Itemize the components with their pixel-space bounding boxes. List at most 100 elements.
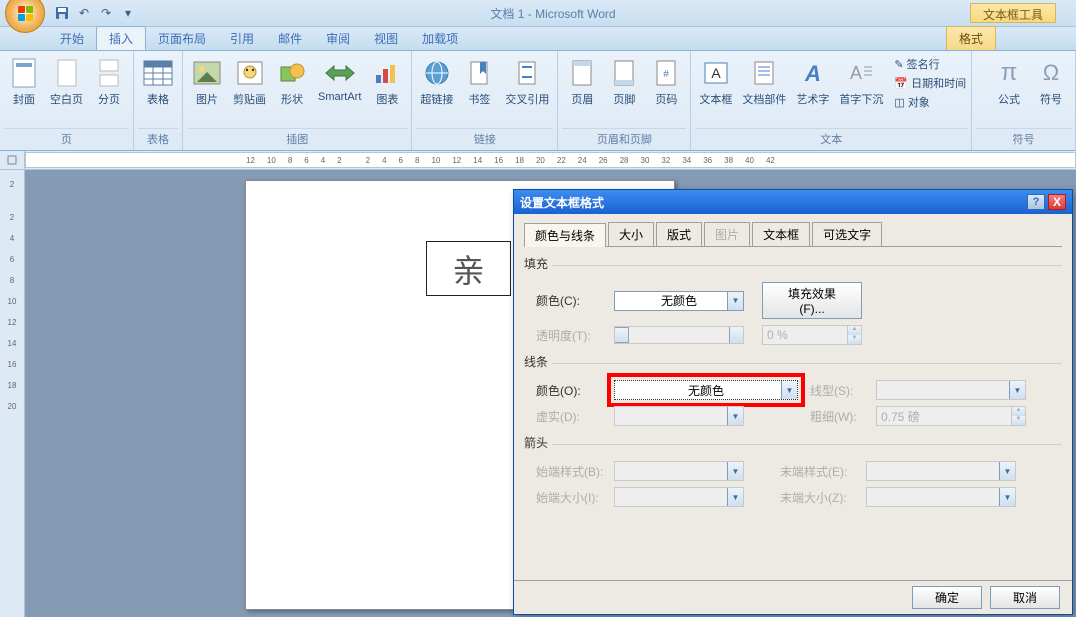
crossref-button[interactable]: 交叉引用 bbox=[501, 55, 553, 109]
page-break-button[interactable]: 分页 bbox=[89, 55, 129, 109]
line-color-label: 颜色(O): bbox=[536, 382, 608, 399]
header-button[interactable]: 页眉 bbox=[562, 55, 602, 109]
vertical-ruler[interactable]: 22468101214161820 bbox=[0, 170, 25, 617]
chevron-down-icon: ▼ bbox=[781, 381, 797, 399]
arrow-begin-size-combo: ▼ bbox=[614, 487, 744, 507]
fill-color-combo[interactable]: 无颜色▼ bbox=[614, 291, 744, 311]
dlg-tab-colors-lines[interactable]: 颜色与线条 bbox=[524, 223, 606, 247]
tab-layout[interactable]: 页面布局 bbox=[146, 27, 218, 50]
arrow-begin-style-label: 始端样式(B): bbox=[536, 463, 608, 480]
dlg-tab-size[interactable]: 大小 bbox=[608, 222, 654, 246]
highlight-annotation: 无颜色▼ bbox=[607, 373, 805, 407]
line-style-combo: ▼ bbox=[876, 380, 1026, 400]
horizontal-ruler[interactable]: 1210864224681012141618202224262830323436… bbox=[25, 152, 1076, 168]
smartart-icon bbox=[324, 57, 356, 89]
group-links-label: 链接 bbox=[416, 128, 553, 150]
transparency-label: 透明度(T): bbox=[536, 327, 608, 344]
clipart-icon bbox=[234, 57, 266, 89]
document-textbox[interactable]: 亲 bbox=[426, 241, 511, 296]
symbol-button[interactable]: Ω符号 bbox=[1031, 55, 1071, 109]
signature-line-button[interactable]: ✎签名行 bbox=[893, 55, 967, 73]
table-button[interactable]: 表格 bbox=[138, 55, 178, 109]
tab-mailings[interactable]: 邮件 bbox=[266, 27, 314, 50]
chart-button[interactable]: 图表 bbox=[367, 55, 407, 109]
cover-page-icon bbox=[8, 57, 40, 89]
transparency-slider bbox=[614, 326, 744, 344]
group-pages: 封面 空白页 分页 页 bbox=[0, 51, 134, 150]
tab-home[interactable]: 开始 bbox=[48, 27, 96, 50]
object-icon: ◫ bbox=[894, 96, 904, 109]
page-number-icon: # bbox=[650, 57, 682, 89]
line-dash-label: 虚实(D): bbox=[536, 408, 608, 425]
equation-button[interactable]: π公式 bbox=[989, 55, 1029, 109]
object-button[interactable]: ◫对象 bbox=[893, 93, 967, 111]
qat-customize-icon[interactable]: ▾ bbox=[120, 5, 136, 21]
equation-icon: π bbox=[993, 57, 1025, 89]
page-number-button[interactable]: #页码 bbox=[646, 55, 686, 109]
tab-format[interactable]: 格式 bbox=[946, 26, 996, 50]
chevron-down-icon: ▼ bbox=[1009, 381, 1025, 399]
chevron-down-icon: ▼ bbox=[727, 292, 743, 310]
save-icon[interactable] bbox=[54, 5, 70, 21]
group-links: 超链接 书签 交叉引用 链接 bbox=[412, 51, 558, 150]
office-logo-icon bbox=[18, 6, 33, 21]
fill-legend: 填充 bbox=[524, 255, 548, 272]
textbox-button[interactable]: A文本框 bbox=[695, 55, 736, 109]
window-title: 文档 1 - Microsoft Word bbox=[136, 5, 970, 22]
wordart-button[interactable]: A艺术字 bbox=[792, 55, 833, 109]
cover-page-button[interactable]: 封面 bbox=[4, 55, 44, 109]
format-textbox-dialog: 设置文本框格式 ? X 颜色与线条 大小 版式 图片 文本框 可选文字 填充 颜… bbox=[513, 189, 1073, 615]
datetime-button[interactable]: 📅日期和时间 bbox=[893, 74, 967, 92]
undo-icon[interactable]: ↶ bbox=[76, 5, 92, 21]
arrow-end-style-combo: ▼ bbox=[866, 461, 1016, 481]
chevron-down-icon: ▼ bbox=[727, 488, 743, 506]
context-tool-label: 文本框工具 bbox=[970, 3, 1056, 23]
hyperlink-icon bbox=[421, 57, 453, 89]
signature-icon: ✎ bbox=[894, 58, 903, 71]
chevron-down-icon: ▼ bbox=[999, 462, 1015, 480]
chevron-down-icon: ▼ bbox=[727, 462, 743, 480]
picture-button[interactable]: 图片 bbox=[187, 55, 227, 109]
symbol-icon: Ω bbox=[1035, 57, 1067, 89]
tab-view[interactable]: 视图 bbox=[362, 27, 410, 50]
hyperlink-button[interactable]: 超链接 bbox=[416, 55, 457, 109]
blank-page-button[interactable]: 空白页 bbox=[46, 55, 87, 109]
redo-icon[interactable]: ↷ bbox=[98, 5, 114, 21]
bookmark-icon bbox=[463, 57, 495, 89]
dialog-close-button[interactable]: X bbox=[1048, 194, 1066, 210]
footer-icon bbox=[608, 57, 640, 89]
dropcap-button[interactable]: A首字下沉 bbox=[835, 55, 887, 109]
clipart-button[interactable]: 剪贴画 bbox=[229, 55, 270, 109]
blank-page-icon bbox=[51, 57, 83, 89]
tab-insert[interactable]: 插入 bbox=[96, 26, 146, 50]
dlg-tab-layout[interactable]: 版式 bbox=[656, 222, 702, 246]
shapes-button[interactable]: 形状 bbox=[272, 55, 312, 109]
arrow-begin-style-combo: ▼ bbox=[614, 461, 744, 481]
ruler-corner bbox=[0, 151, 25, 170]
group-header-footer-label: 页眉和页脚 bbox=[562, 128, 686, 150]
footer-button[interactable]: 页脚 bbox=[604, 55, 644, 109]
bookmark-button[interactable]: 书签 bbox=[459, 55, 499, 109]
dlg-tab-textbox[interactable]: 文本框 bbox=[752, 222, 810, 246]
fill-effects-button[interactable]: 填充效果(F)... bbox=[762, 282, 862, 319]
dialog-help-button[interactable]: ? bbox=[1027, 194, 1045, 210]
smartart-button[interactable]: SmartArt bbox=[314, 55, 365, 105]
tab-references[interactable]: 引用 bbox=[218, 27, 266, 50]
ok-button[interactable]: 确定 bbox=[912, 586, 982, 609]
table-icon bbox=[142, 57, 174, 89]
quickparts-button[interactable]: 文档部件 bbox=[738, 55, 790, 109]
group-illustrations-label: 插图 bbox=[187, 128, 407, 150]
dlg-tab-picture: 图片 bbox=[704, 222, 750, 246]
line-color-combo[interactable]: 无颜色▼ bbox=[614, 380, 798, 400]
cancel-button[interactable]: 取消 bbox=[990, 586, 1060, 609]
dlg-tab-alttext[interactable]: 可选文字 bbox=[812, 222, 882, 246]
fill-color-label: 颜色(C): bbox=[536, 292, 608, 309]
chevron-down-icon: ▼ bbox=[727, 407, 743, 425]
tab-review[interactable]: 审阅 bbox=[314, 27, 362, 50]
wordart-icon: A bbox=[797, 57, 829, 89]
arrow-begin-size-label: 始端大小(I): bbox=[536, 489, 608, 506]
arrow-legend: 箭头 bbox=[524, 434, 548, 451]
tab-addins[interactable]: 加载项 bbox=[410, 27, 470, 50]
line-style-label: 线型(S): bbox=[810, 382, 870, 399]
line-legend: 线条 bbox=[524, 353, 548, 370]
